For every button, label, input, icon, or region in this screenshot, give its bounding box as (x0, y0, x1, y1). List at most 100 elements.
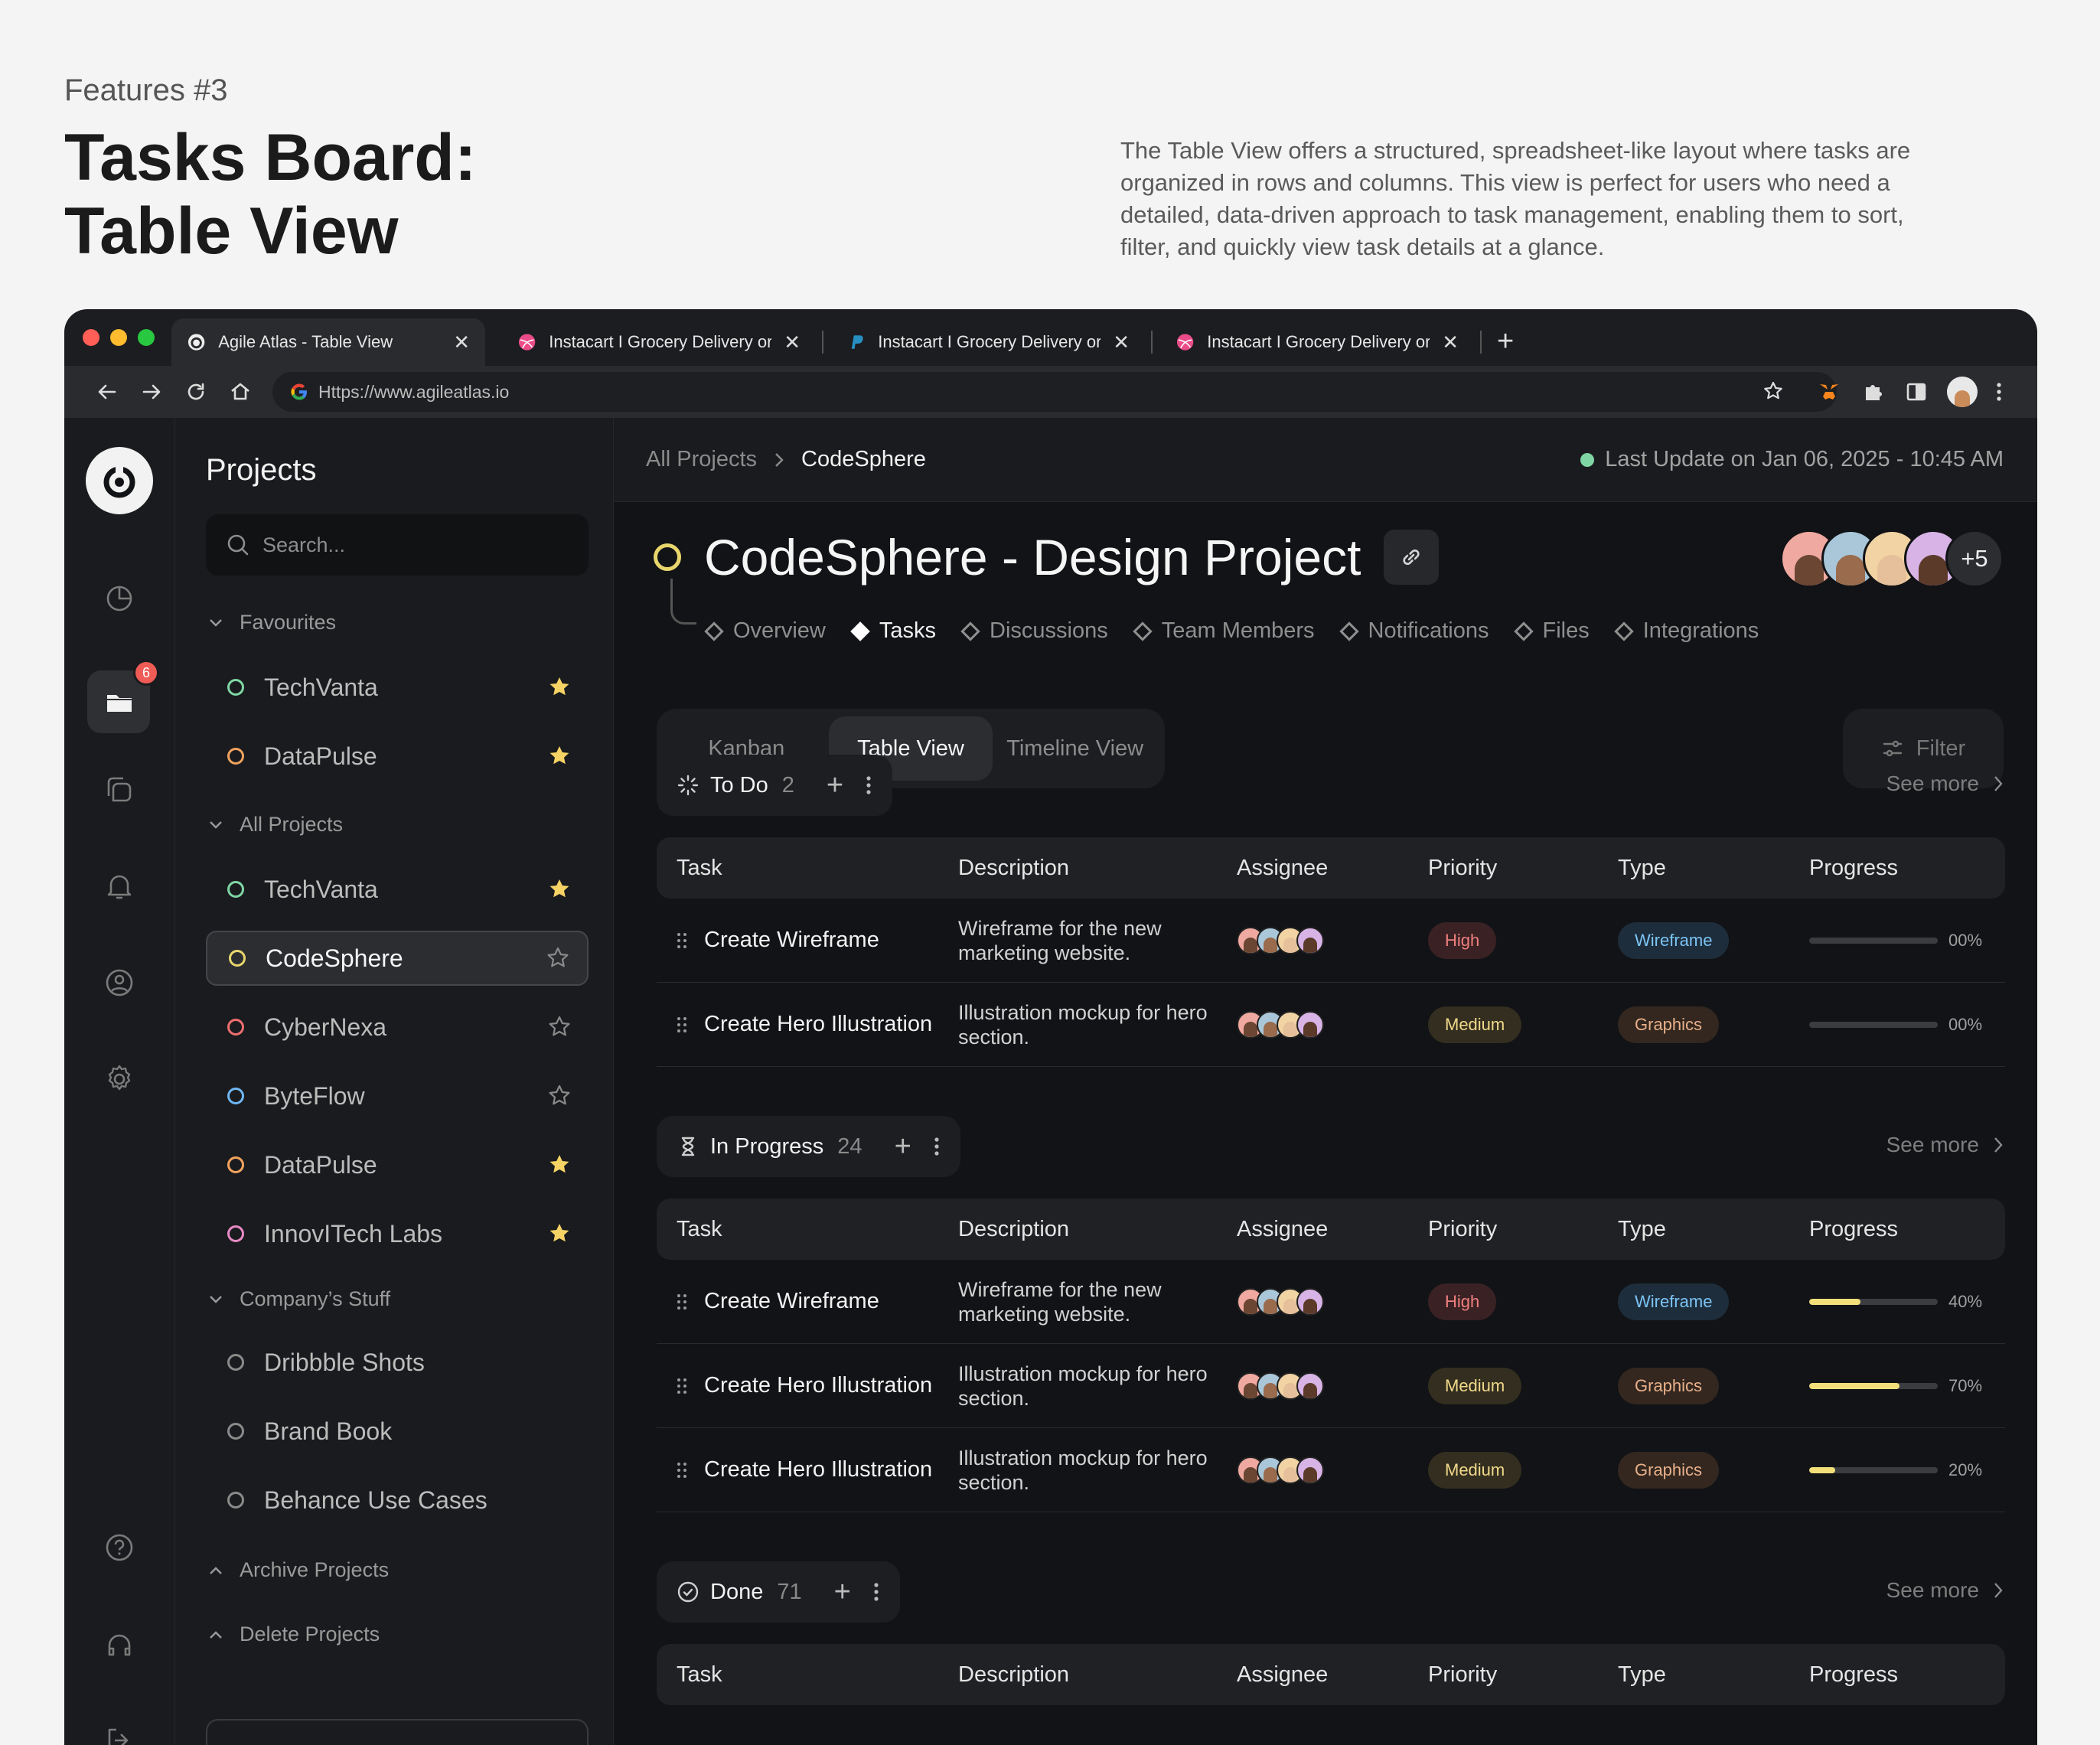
column-header-type[interactable]: Type (1618, 1644, 1666, 1705)
profile-avatar[interactable] (1947, 377, 1978, 407)
user-circle-icon[interactable] (103, 966, 136, 1000)
assignee-avatars[interactable] (1237, 1344, 1324, 1427)
sidebar-item-datapulse[interactable]: DataPulse (206, 729, 589, 784)
tab-files[interactable]: Files (1513, 618, 1590, 644)
extensions-puzzle-icon[interactable] (1861, 380, 1886, 404)
tab-notifications[interactable]: Notifications (1339, 618, 1489, 644)
sidebar-item-techvanta[interactable]: TechVanta (206, 862, 589, 917)
add-task-plus-icon[interactable]: + (895, 1130, 911, 1163)
bell-icon[interactable] (103, 869, 136, 903)
column-header-progress[interactable]: Progress (1809, 837, 1898, 899)
favourite-toggle-on[interactable] (547, 744, 572, 768)
assignee-avatars[interactable] (1237, 1428, 1324, 1512)
column-header-type[interactable]: Type (1618, 1199, 1666, 1260)
favourite-toggle-on[interactable] (547, 675, 572, 700)
headset-support-icon[interactable] (103, 1629, 136, 1662)
add-task-plus-icon[interactable]: + (834, 1576, 851, 1609)
tab-team-members[interactable]: Team Members (1132, 618, 1315, 644)
copy-link-button[interactable] (1384, 530, 1440, 585)
browser-tab-1[interactable]: Agile Atlas - Table View ✕ (171, 318, 485, 366)
section-menu-button[interactable] (872, 1580, 880, 1603)
address-bar[interactable]: Https://www.agileatlas.io (272, 372, 1837, 412)
drag-handle-icon[interactable] (677, 1378, 687, 1394)
see-more-link[interactable]: See more (1886, 1133, 2004, 1157)
breadcrumb-root[interactable]: All Projects (646, 447, 757, 472)
see-more-link[interactable]: See more (1886, 1578, 2004, 1603)
dashboard-chart-icon[interactable] (103, 582, 136, 615)
column-header-assignee[interactable]: Assignee (1237, 1644, 1328, 1705)
browser-tab-4[interactable]: Instacart I Grocery Delivery or ✕ (1160, 318, 1474, 366)
browser-menu-kebab-icon[interactable] (1993, 380, 2005, 404)
column-header-description[interactable]: Description (958, 837, 1226, 899)
forward-arrow-icon[interactable] (139, 380, 164, 404)
column-header-task[interactable]: Task (677, 1199, 722, 1260)
metamask-fox-icon[interactable] (1817, 380, 1841, 404)
drag-handle-icon[interactable] (677, 1016, 687, 1033)
table-row[interactable]: Create Wireframe Wireframe for the new ma… (657, 899, 2005, 983)
section-menu-button[interactable] (865, 774, 872, 797)
sidebar-item-brand-book[interactable]: Brand Book (206, 1404, 589, 1459)
column-header-progress[interactable]: Progress (1809, 1644, 1898, 1705)
column-header-task[interactable]: Task (677, 837, 722, 899)
favourite-toggle-on[interactable] (547, 1153, 572, 1177)
tab-discussions[interactable]: Discussions (960, 618, 1108, 644)
close-tab-icon[interactable]: ✕ (1442, 331, 1459, 354)
favourite-toggle-on[interactable] (547, 1222, 572, 1246)
tab-overview[interactable]: Overview (704, 618, 826, 644)
drag-handle-icon[interactable] (677, 1293, 687, 1310)
logout-icon[interactable] (103, 1724, 136, 1745)
assignee-avatars[interactable] (1237, 983, 1324, 1066)
new-tab-plus-icon[interactable]: + (1497, 327, 1514, 356)
search-input[interactable]: Search... (206, 514, 589, 576)
column-header-priority[interactable]: Priority (1428, 1199, 1497, 1260)
table-row[interactable]: Create Hero Illustration Illustration moc… (657, 1344, 2005, 1428)
sidebar-item-cybernexa[interactable]: CyberNexa (206, 1000, 589, 1055)
drag-handle-icon[interactable] (677, 1462, 687, 1479)
browser-tab-3[interactable]: Instacart I Grocery Delivery or ✕ (831, 318, 1145, 366)
see-more-link[interactable]: See more (1886, 771, 2004, 796)
view-timeline-view[interactable]: Timeline View (993, 716, 1157, 781)
column-header-description[interactable]: Description (958, 1199, 1226, 1260)
close-window-button[interactable] (83, 329, 99, 346)
favourite-toggle-off[interactable] (547, 1015, 572, 1039)
group-company-stuff[interactable]: Company’s Stuff (209, 1287, 390, 1311)
column-header-progress[interactable]: Progress (1809, 1199, 1898, 1260)
group-archive-projects[interactable]: Archive Projects (209, 1558, 389, 1582)
table-row[interactable]: Create Hero Illustration Illustration moc… (657, 1428, 2005, 1512)
sidebar-item-behance-use-cases[interactable]: Behance Use Cases (206, 1473, 589, 1528)
assignee-avatars[interactable] (1237, 1260, 1324, 1343)
column-header-description[interactable]: Description (958, 1644, 1226, 1705)
sidebar-item-datapulse[interactable]: DataPulse (206, 1137, 589, 1192)
sidebar-item-codesphere[interactable]: CodeSphere (206, 931, 589, 986)
sidebar-item-dribbble-shots[interactable]: Dribbble Shots (206, 1335, 589, 1390)
tab-tasks[interactable]: Tasks (850, 618, 936, 644)
sidebar-bottom-card[interactable] (206, 1719, 589, 1745)
side-panel-icon[interactable] (1904, 380, 1929, 404)
sidebar-item-innovitech-labs[interactable]: InnovITech Labs (206, 1206, 589, 1261)
drag-handle-icon[interactable] (677, 932, 687, 949)
table-row[interactable]: Create Hero Illustration Illustration moc… (657, 983, 2005, 1067)
back-arrow-icon[interactable] (95, 380, 119, 404)
add-task-plus-icon[interactable]: + (827, 769, 843, 802)
chat-bubbles-icon[interactable] (103, 773, 136, 807)
column-header-priority[interactable]: Priority (1428, 837, 1497, 899)
assignee-avatars[interactable] (1237, 899, 1324, 982)
help-circle-icon[interactable] (103, 1531, 136, 1564)
team-avatar-stack[interactable]: +5 (1780, 530, 2004, 588)
home-icon[interactable] (228, 380, 253, 404)
section-menu-button[interactable] (933, 1135, 941, 1158)
column-header-assignee[interactable]: Assignee (1237, 1199, 1328, 1260)
maximize-window-button[interactable] (138, 329, 155, 346)
reload-icon[interactable] (184, 380, 208, 404)
group-favourites[interactable]: Favourites (209, 611, 336, 634)
column-header-type[interactable]: Type (1618, 837, 1666, 899)
table-row[interactable]: Create Wireframe Wireframe for the new ma… (657, 1260, 2005, 1344)
column-header-priority[interactable]: Priority (1428, 1644, 1497, 1705)
column-header-assignee[interactable]: Assignee (1237, 837, 1328, 899)
group-all-projects[interactable]: All Projects (209, 813, 343, 837)
favourite-toggle-off[interactable] (547, 1084, 572, 1108)
bookmark-star-icon[interactable] (1762, 380, 1785, 403)
tab-integrations[interactable]: Integrations (1614, 618, 1759, 644)
close-tab-icon[interactable]: ✕ (1113, 331, 1130, 354)
close-tab-icon[interactable]: ✕ (453, 331, 470, 354)
